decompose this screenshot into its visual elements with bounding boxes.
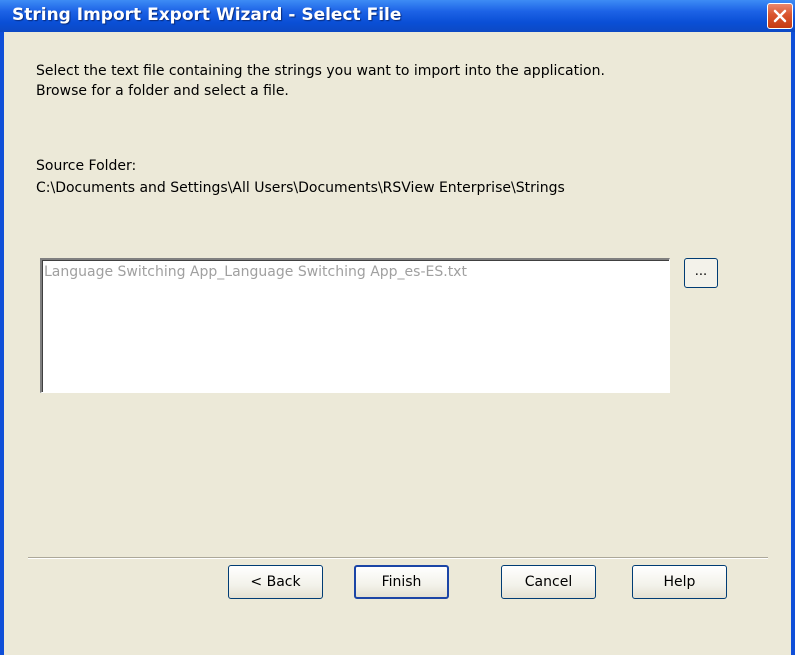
- instructions-line-2: Browse for a folder and select a file.: [36, 83, 289, 99]
- finish-button[interactable]: Finish: [354, 565, 449, 599]
- button-separator: [28, 557, 768, 559]
- wizard-window: String Import Export Wizard - Select Fil…: [0, 0, 795, 655]
- back-button[interactable]: < Back: [228, 565, 323, 599]
- source-folder-path: C:\Documents and Settings\All Users\Docu…: [36, 180, 565, 196]
- list-item[interactable]: Language Switching App_Language Switchin…: [44, 264, 467, 280]
- file-list[interactable]: Language Switching App_Language Switchin…: [40, 258, 670, 393]
- close-button[interactable]: [767, 3, 793, 29]
- help-button[interactable]: Help: [632, 565, 727, 599]
- title-bar[interactable]: String Import Export Wizard - Select Fil…: [0, 0, 795, 32]
- browse-button[interactable]: ...: [684, 258, 718, 288]
- instructions-text: Select the text file containing the stri…: [36, 61, 756, 101]
- close-icon: [773, 9, 787, 23]
- cancel-button[interactable]: Cancel: [501, 565, 596, 599]
- instructions-line-1: Select the text file containing the stri…: [36, 63, 605, 79]
- source-folder-label: Source Folder:: [36, 158, 137, 174]
- window-title: String Import Export Wizard - Select Fil…: [12, 5, 402, 25]
